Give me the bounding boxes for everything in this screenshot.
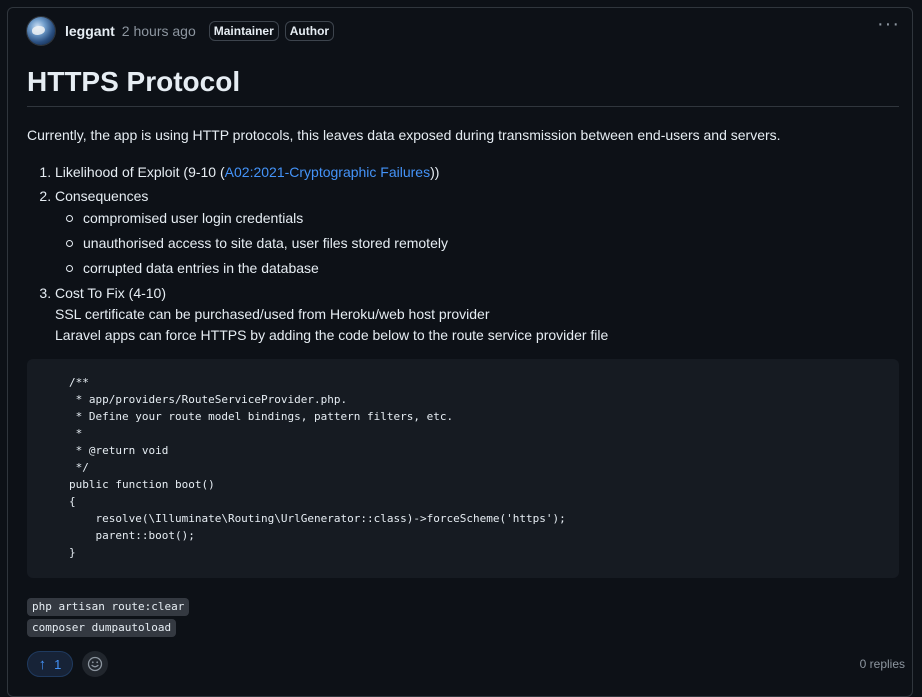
inline-code-dumpautoload: composer dumpautoload [27, 619, 177, 637]
timestamp[interactable]: 2 hours ago [122, 23, 196, 39]
ordered-list: Likelihood of Exploit (9-10 (A02:2021-Cr… [27, 162, 899, 346]
consequences-label: Consequences [55, 188, 149, 204]
code-block[interactable]: /** * app/providers/RouteServiceProvider… [27, 359, 899, 578]
kebab-horizontal-icon[interactable]: ··· [877, 14, 900, 34]
maintainer-badge: Maintainer [208, 21, 279, 41]
list-item: corrupted data entries in the database [66, 258, 899, 279]
cost-line: Laravel apps can force HTTPS by adding t… [55, 327, 609, 343]
comment-header: leggant 2 hours ago Maintainer Author [27, 16, 907, 46]
discussion-comment: leggant 2 hours ago Maintainer Author ··… [7, 7, 913, 697]
replies-count[interactable]: 0 replies [860, 657, 905, 671]
list-item-cost: Cost To Fix (4-10) SSL certificate can b… [55, 283, 899, 346]
likelihood-suffix: )) [430, 164, 440, 180]
list-item: compromised user login credentials [66, 208, 899, 229]
add-reaction-button[interactable] [82, 651, 108, 677]
owasp-link[interactable]: A02:2021-Cryptographic Failures [225, 164, 430, 180]
cost-line: SSL certificate can be purchased/used fr… [55, 306, 490, 322]
list-item: unauthorised access to site data, user f… [66, 233, 899, 254]
likelihood-prefix: Likelihood of Exploit (9-10 ( [55, 164, 225, 180]
upvote-count: 1 [54, 656, 62, 672]
list-item-consequences: Consequences compromised user login cred… [55, 186, 899, 279]
consequences-list: compromised user login credentials unaut… [55, 208, 899, 279]
comment-body: Currently, the app is using HTTP protoco… [27, 125, 899, 349]
avatar[interactable] [27, 17, 55, 45]
page-title: HTTPS Protocol [27, 64, 899, 107]
cost-label: Cost To Fix (4-10) [55, 285, 166, 301]
author-name[interactable]: leggant [65, 23, 115, 39]
comment-footer: ↑ 1 0 replies [27, 651, 905, 679]
intro-paragraph: Currently, the app is using HTTP protoco… [27, 127, 781, 143]
smiley-icon [87, 656, 103, 672]
arrow-up-icon: ↑ [38, 655, 47, 673]
author-badge: Author [284, 21, 335, 41]
list-item-likelihood: Likelihood of Exploit (9-10 (A02:2021-Cr… [55, 162, 899, 183]
inline-code-route-clear: php artisan route:clear [27, 598, 190, 616]
upvote-button[interactable]: ↑ 1 [27, 651, 73, 677]
